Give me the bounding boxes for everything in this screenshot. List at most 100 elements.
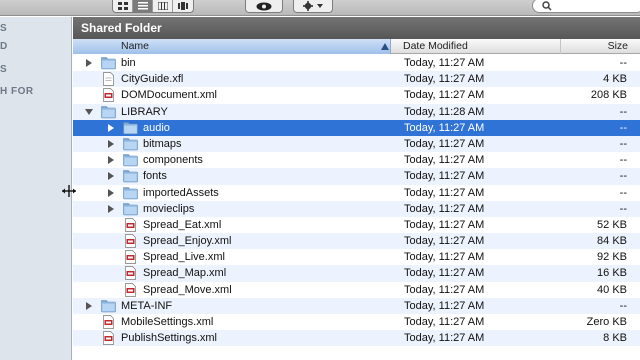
- file-name: Spread_Live.xml: [143, 251, 225, 264]
- file-name: Spread_Map.xml: [143, 267, 227, 280]
- file-date-modified: Today, 11:27 AM: [404, 121, 485, 134]
- disclosure-closed-icon[interactable]: [107, 139, 115, 148]
- file-row[interactable]: Spread_Enjoy.xml Today, 11:27 AM 84 KB: [73, 233, 640, 250]
- folder-icon: [123, 121, 138, 135]
- file-name: bin: [121, 57, 136, 69]
- file-date-modified: Today, 11:27 AM: [404, 299, 485, 312]
- file-name: META-INF: [121, 299, 173, 312]
- document-icon: [103, 72, 114, 87]
- file-size: 8 KB: [603, 332, 627, 345]
- finder-toolbar: [0, 0, 640, 16]
- file-size: --: [619, 137, 627, 150]
- name-column-label: Name: [121, 40, 150, 52]
- sort-ascending-icon: [381, 43, 389, 50]
- folder-icon: [123, 186, 138, 199]
- sidebar-item[interactable]: H FOR: [0, 86, 34, 97]
- file-row[interactable]: bitmaps Today, 11:27 AM --: [73, 135, 640, 153]
- xml-file-icon: [103, 331, 114, 346]
- file-row[interactable]: importedAssets Today, 11:27 AM --: [73, 185, 640, 201]
- file-row[interactable]: PublishSettings.xml Today, 11:27 AM 8 KB: [73, 330, 640, 347]
- file-row[interactable]: Spread_Live.xml Today, 11:27 AM 92 KB: [73, 249, 640, 265]
- file-size: 16 KB: [597, 267, 627, 280]
- xml-file-icon: [103, 88, 114, 103]
- file-date-modified: Today, 11:27 AM: [404, 73, 485, 86]
- eye-icon: [256, 2, 272, 10]
- disclosure-open-icon[interactable]: [85, 108, 93, 116]
- file-name: components: [143, 154, 203, 167]
- file-size: --: [619, 57, 627, 69]
- name-column-header[interactable]: Name: [73, 39, 391, 54]
- file-size: 92 KB: [597, 251, 627, 264]
- file-name: LIBRARY: [121, 105, 168, 118]
- folder-icon: [123, 202, 138, 215]
- file-row[interactable]: MobileSettings.xml Today, 11:27 AM Zero KB: [73, 314, 640, 330]
- disclosure-closed-icon[interactable]: [85, 59, 93, 67]
- file-size: 4 KB: [603, 73, 627, 86]
- disclosure-closed-icon[interactable]: [85, 301, 93, 310]
- file-name: MobileSettings.xml: [121, 316, 214, 328]
- file-row[interactable]: CityGuide.xfl Today, 11:27 AM 4 KB: [73, 71, 640, 88]
- view-mode-control[interactable]: [112, 0, 194, 13]
- sidebar-item[interactable]: D: [0, 41, 8, 52]
- xml-file-icon: [125, 282, 136, 297]
- column-view-button[interactable]: [153, 0, 173, 12]
- search-field[interactable]: [532, 0, 640, 13]
- sidebar-item[interactable]: S: [0, 23, 7, 34]
- quick-look-button[interactable]: [245, 0, 283, 13]
- file-row[interactable]: Spread_Map.xml Today, 11:27 AM 16 KB: [73, 265, 640, 282]
- disclosure-closed-icon[interactable]: [107, 188, 115, 197]
- disclosure-closed-icon[interactable]: [107, 172, 115, 181]
- file-size: --: [619, 170, 627, 183]
- resize-cursor-icon: [62, 185, 76, 197]
- folder-icon: [123, 138, 138, 151]
- file-size: --: [619, 186, 627, 199]
- file-name: audio: [143, 121, 170, 134]
- file-row[interactable]: LIBRARY Today, 11:28 AM --: [73, 103, 640, 120]
- file-row[interactable]: bin Today, 11:27 AM --: [73, 55, 640, 71]
- sidebar-item[interactable]: S: [0, 64, 7, 75]
- file-date-modified: Today, 11:27 AM: [404, 137, 485, 150]
- file-row[interactable]: Spread_Move.xml Today, 11:27 AM 40 KB: [73, 282, 640, 298]
- date-column-label: Date Modified: [403, 40, 468, 52]
- file-row[interactable]: fonts Today, 11:27 AM --: [73, 168, 640, 185]
- disclosure-closed-icon[interactable]: [107, 156, 115, 165]
- file-row[interactable]: META-INF Today, 11:27 AM --: [73, 297, 640, 314]
- file-size: --: [619, 154, 627, 167]
- icon-view-icon: [117, 2, 128, 10]
- coverflow-view-icon: [178, 2, 188, 10]
- file-date-modified: Today, 11:27 AM: [404, 267, 485, 280]
- search-icon: [542, 1, 552, 11]
- file-row[interactable]: Spread_Eat.xml Today, 11:27 AM 52 KB: [73, 217, 640, 233]
- file-row[interactable]: components Today, 11:27 AM --: [73, 152, 640, 168]
- file-row[interactable]: movieclips Today, 11:27 AM --: [73, 200, 640, 217]
- list-view-icon: [137, 2, 148, 10]
- file-date-modified: Today, 11:27 AM: [404, 186, 485, 199]
- coverflow-view-button[interactable]: [173, 0, 193, 12]
- size-column-header[interactable]: Size: [561, 39, 640, 54]
- file-name: bitmaps: [143, 137, 182, 150]
- folder-title-bar: Shared Folder: [73, 17, 640, 39]
- disclosure-closed-icon[interactable]: [107, 204, 115, 213]
- file-size: 52 KB: [597, 218, 627, 231]
- icon-view-button[interactable]: [113, 0, 133, 12]
- file-date-modified: Today, 11:28 AM: [404, 105, 485, 118]
- file-date-modified: Today, 11:27 AM: [404, 283, 485, 296]
- file-name: DOMDocument.xml: [121, 89, 217, 102]
- xml-file-icon: [103, 315, 114, 329]
- file-name: fonts: [143, 170, 167, 183]
- file-name: movieclips: [143, 202, 195, 215]
- file-name: PublishSettings.xml: [121, 332, 217, 345]
- file-size: 40 KB: [597, 283, 627, 296]
- file-size: Zero KB: [586, 316, 627, 328]
- size-column-label: Size: [607, 40, 628, 52]
- file-date-modified: Today, 11:27 AM: [404, 251, 485, 264]
- file-row[interactable]: DOMDocument.xml Today, 11:27 AM 208 KB: [73, 87, 640, 103]
- disclosure-closed-icon[interactable]: [107, 123, 115, 132]
- date-column-header[interactable]: Date Modified: [391, 39, 561, 54]
- file-size: --: [619, 121, 627, 134]
- xml-file-icon: [125, 218, 136, 232]
- list-view-button[interactable]: [133, 0, 153, 12]
- file-row[interactable]: audio Today, 11:27 AM --: [73, 119, 640, 136]
- file-name: Spread_Eat.xml: [143, 218, 222, 231]
- action-menu-button[interactable]: [293, 0, 333, 13]
